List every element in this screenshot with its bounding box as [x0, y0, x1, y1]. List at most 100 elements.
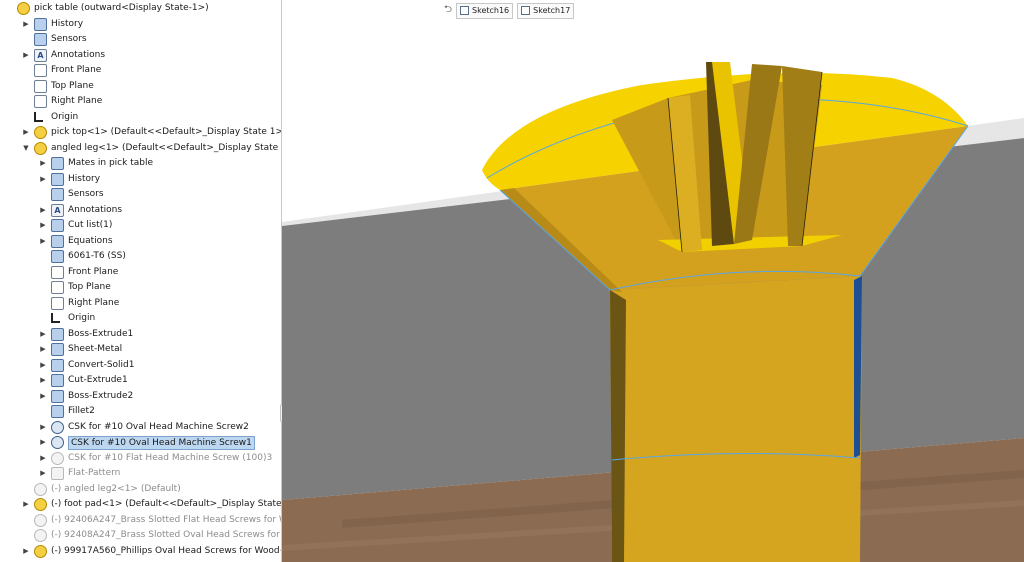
tree-item-label: Annotations	[51, 49, 106, 60]
cut-extrude-icon	[51, 374, 64, 387]
tree-item[interactable]: ▶ CSK for #10 Flat Head Machine Screw (10…	[0, 451, 281, 466]
tree-item[interactable]: 6061-T6 (SS)	[0, 249, 281, 264]
screw-shank	[610, 276, 862, 562]
plane-icon	[34, 79, 47, 93]
expand-arrow-icon[interactable]: ▶	[38, 373, 48, 388]
tree-item[interactable]: Front Plane	[0, 63, 281, 78]
tree-item[interactable]: ▶ Flat-Pattern	[0, 466, 281, 481]
tree-item[interactable]: Origin	[0, 311, 281, 326]
tree-item[interactable]: ▶ Cut list(1)	[0, 218, 281, 233]
plane-icon	[51, 281, 64, 294]
tree-item-label: Annotations	[68, 204, 123, 215]
collapse-arrow-icon[interactable]: ▼	[21, 141, 31, 156]
tree-item-label: Sensors	[51, 34, 87, 44]
expand-arrow-icon[interactable]: ▶	[38, 420, 48, 435]
tree-item[interactable]: ▼ angled leg<1> (Default<<Default>_Displa…	[0, 141, 281, 156]
graphics-viewport[interactable]: ⮌ Sketch16 Sketch17	[282, 0, 1024, 562]
tree-item[interactable]: ▶ (-) foot pad<1> (Default<<Default>_Disp…	[0, 497, 281, 512]
tree-item-label: History	[51, 18, 84, 29]
expand-arrow-icon[interactable]: ▶	[38, 327, 48, 342]
tree-item[interactable]: ▶ Cut-Extrude1	[0, 373, 281, 388]
tree-item-label: Right Plane	[51, 96, 103, 106]
heads-up-toolbar: ⮌ Sketch16 Sketch17	[444, 2, 575, 19]
tree-item[interactable]: ▶ CSK for #10 Oval Head Machine Screw2	[0, 420, 281, 435]
tree-item[interactable]: Origin	[0, 110, 281, 125]
tree-item[interactable]: Right Plane	[0, 296, 281, 311]
annotations-icon: A	[34, 48, 47, 62]
tree-item[interactable]: Fillet2	[0, 404, 281, 419]
tree-item[interactable]: ▶ CSK for #10 Oval Head Machine Screw1	[0, 435, 281, 450]
expand-arrow-icon[interactable]: ▶	[38, 389, 48, 404]
expand-arrow-icon[interactable]: ▶	[21, 544, 31, 559]
tab-sketch17[interactable]: Sketch17	[517, 2, 575, 19]
tree-item[interactable]: pick table (outward<Display State-1>)	[0, 1, 281, 16]
expand-arrow-icon[interactable]: ▶	[38, 234, 48, 249]
expand-arrow-icon[interactable]: ▶	[38, 218, 48, 233]
expand-arrow-icon[interactable]: ▶	[21, 48, 31, 63]
tree-item[interactable]: ▶ pick top<1> (Default<<Default>_Display …	[0, 125, 281, 140]
mates-icon	[51, 157, 64, 170]
tree-item[interactable]: (-) 92408A247_Brass Slotted Oval Head Sc…	[0, 528, 281, 543]
tree-item-label: Cut list(1)	[68, 220, 113, 230]
tree-item[interactable]: Sensors	[0, 32, 281, 47]
plane-icon	[51, 265, 64, 279]
hole-wizard-icon	[51, 451, 64, 465]
tree-item-label: Fillet2	[68, 406, 95, 416]
fillet-icon	[51, 405, 64, 418]
tree-item[interactable]: Top Plane	[0, 79, 281, 94]
tree-item-label: Top Plane	[68, 282, 111, 292]
tree-item-label: (-) angled leg2<1> (Default)	[51, 483, 181, 494]
tree-item-label: History	[68, 173, 101, 184]
expand-arrow-icon[interactable]: ▶	[38, 172, 48, 187]
expand-arrow-icon[interactable]: ▶	[38, 156, 48, 171]
tree-item[interactable]: ▶ Boss-Extrude2	[0, 389, 281, 404]
sensors-icon	[51, 188, 64, 201]
tree-item-label: (-) foot pad<1> (Default<<Default>_Displ…	[51, 499, 282, 509]
expand-arrow-icon[interactable]: ▶	[21, 497, 31, 512]
expand-arrow-icon[interactable]: ▶	[38, 203, 48, 218]
tree-item[interactable]: (-) 92406A247_Brass Slotted Flat Head Sc…	[0, 513, 281, 528]
tree-item-label: Mates in pick table	[68, 158, 153, 168]
origin-icon	[34, 111, 43, 122]
expand-arrow-icon[interactable]: ▶	[38, 342, 48, 357]
tree-item-label: Equations	[68, 235, 113, 246]
tree-item-label: pick top<1> (Default<<Default>_Display S…	[51, 127, 282, 137]
tree-item[interactable]: Right Plane	[0, 94, 281, 109]
tree-item[interactable]: ▶ Convert-Solid1	[0, 358, 281, 373]
tree-item[interactable]: Top Plane	[0, 280, 281, 295]
plane-icon	[34, 95, 47, 108]
tree-item-label: (-) 92408A247_Brass Slotted Oval Head Sc…	[51, 530, 281, 540]
tree-item[interactable]: Sensors	[0, 187, 281, 202]
tab-sketch16[interactable]: Sketch16	[456, 2, 514, 19]
tree-item[interactable]: ▶ Equations	[0, 234, 281, 249]
tree-item[interactable]: ▶ Sheet-Metal	[0, 342, 281, 357]
expand-arrow-icon[interactable]: ▶	[21, 17, 31, 32]
select-pointer-icon[interactable]: ⮌	[444, 2, 452, 19]
tree-item[interactable]: (-) angled leg2<1> (Default)	[0, 482, 281, 497]
tree-item[interactable]: ▶ Boss-Extrude1	[0, 327, 281, 342]
tree-item[interactable]: ▶ A Annotations	[0, 203, 281, 218]
tree-item[interactable]: Front Plane	[0, 265, 281, 280]
tree-item[interactable]: ▶ (-) 99917A560_Phillips Oval Head Screws…	[0, 544, 281, 559]
tree-item[interactable]: ▶ History	[0, 172, 281, 187]
expand-arrow-icon[interactable]: ▶	[38, 358, 48, 373]
expand-arrow-icon[interactable]: ▶	[38, 466, 48, 481]
history-icon	[34, 17, 47, 31]
expand-arrow-icon[interactable]: ▶	[38, 451, 48, 466]
expand-arrow-icon[interactable]: ▶	[38, 435, 48, 450]
tree-item[interactable]: ▶ History	[0, 17, 281, 32]
tree-item[interactable]: ▶ A Annotations	[0, 48, 281, 63]
tree-item[interactable]: ▶ Mates in pick table	[0, 156, 281, 171]
screw-shank-dark-left	[610, 290, 626, 562]
expand-arrow-icon[interactable]: ▶	[21, 125, 31, 140]
